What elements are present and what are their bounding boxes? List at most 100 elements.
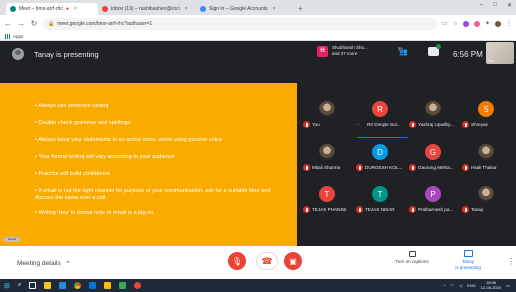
muted-mic-icon (409, 206, 416, 213)
meet-favicon-icon (10, 6, 16, 12)
app-icon[interactable] (134, 282, 142, 289)
tab-meet[interactable]: Meet – bmx-arrf-rhc ● × (6, 3, 98, 15)
slide-bullet: • Writing 'Hey' in formal note or email … (35, 210, 155, 216)
mic-off-button[interactable]: 🎙 (228, 252, 246, 270)
back-arrow-icon[interactable]: ← (4, 19, 12, 28)
close-tab-icon[interactable]: × (185, 6, 188, 12)
volume-icon[interactable]: ◁ (459, 283, 462, 288)
muted-mic-icon (409, 121, 416, 128)
participant-tile[interactable]: Tanay (460, 183, 512, 223)
slide-bullet: • If email is not the right channel for … (35, 188, 271, 201)
tab-signin[interactable]: Sign in – Google Accounts × (196, 3, 294, 15)
captions-icon (408, 251, 416, 257)
leave-call-button[interactable]: ☎ (256, 252, 278, 270)
close-tab-icon[interactable]: × (273, 6, 276, 12)
notification-icon[interactable]: ▭ (506, 283, 510, 288)
captions-label: Turn on captions (395, 259, 429, 264)
address-bar-row: ← → ↻ 🔒 meet.google.com/bmx-arrf-rhc?aut… (0, 15, 516, 32)
slide-bullet: • Always keep your statements in an acti… (35, 137, 222, 143)
active-speaker-underline (357, 136, 409, 138)
more-options-icon[interactable]: ⋮ (507, 257, 515, 266)
app-icon[interactable] (59, 282, 67, 289)
app-icon[interactable] (119, 282, 127, 289)
menu-icon[interactable]: ⋮ (506, 20, 512, 27)
muted-mic-icon (409, 164, 416, 171)
apps-grid-icon[interactable] (5, 33, 10, 39)
participant-tile[interactable]: Yashraj Upadhy... (407, 98, 459, 138)
slide-bullet: • Always use sentence casing (35, 103, 109, 109)
file-explorer-icon[interactable] (44, 282, 52, 289)
tab-inbox[interactable]: Inbox (19) – rashibashen@icici × (98, 3, 196, 15)
participant-avatar (478, 144, 494, 160)
browser-tab-strip: Meet – bmx-arrf-rhc ● × Inbox (19) – ras… (0, 0, 516, 15)
participant-tile[interactable]: S Shreyas (460, 98, 512, 138)
camera-icon[interactable]: ▭ (442, 20, 448, 27)
camera-off-button[interactable]: ▣ (284, 252, 302, 270)
store-icon[interactable] (104, 282, 112, 289)
maximize-icon[interactable]: □ (493, 2, 497, 9)
participant-tile[interactable]: You (301, 98, 353, 138)
participant-avatar (478, 186, 494, 202)
participant-tile[interactable]: T TEJAS NISAR (354, 183, 406, 223)
muted-mic-icon (356, 164, 363, 171)
meeting-controls-bar: Meeting details ^ 🎙 ☎ ▣ Turn on captions… (0, 246, 516, 279)
tray-clock[interactable]: 18:56 12-08-2020 (481, 280, 501, 290)
wifi-icon[interactable]: ◠ (451, 283, 455, 288)
presenting-label: Tanay is presenting (34, 50, 99, 59)
task-view-icon[interactable] (29, 282, 37, 289)
participant-tile[interactable]: Hitali Thakur (460, 141, 512, 181)
window-controls: – □ ✕ (480, 2, 512, 9)
participant-avatar: D (372, 144, 388, 160)
people-summary-text: Shubhansh Sho... and 37 more (332, 45, 368, 57)
profile-avatar[interactable] (495, 20, 501, 27)
participant-tile[interactable]: G Gaurang Mehta... (407, 141, 459, 181)
participant-name: Hitali Thakur (471, 165, 497, 170)
new-tab-button[interactable]: + (294, 3, 307, 15)
reload-icon[interactable]: ↻ (30, 19, 38, 28)
close-window-icon[interactable]: ✕ (507, 2, 512, 9)
participant-tile[interactable]: R ··· Rtr Dimple Sur... (354, 98, 409, 138)
tray-arrow-icon[interactable]: ^ (444, 283, 446, 288)
people-icon[interactable]: 👥 (399, 48, 408, 56)
participant-tile[interactable]: D DURGESH KOL... (354, 141, 406, 181)
mic-off-icon: 🎙 (231, 256, 243, 266)
participant-avatar: T (319, 186, 335, 202)
chrome-icon[interactable] (74, 282, 82, 289)
meeting-time: 6:56 PM (453, 50, 483, 59)
star-icon[interactable]: ☆ (453, 20, 458, 27)
participant-avatar: R (372, 101, 388, 117)
forward-arrow-icon[interactable]: → (17, 19, 25, 28)
extension-icon[interactable] (473, 20, 480, 27)
apps-bookmark[interactable]: Apps (13, 34, 23, 39)
people-summary[interactable]: H Shubhansh Sho... and 37 more (317, 45, 368, 57)
gmail-favicon-icon (102, 6, 108, 12)
language-indicator[interactable]: ENG (467, 283, 476, 288)
extension-icon[interactable] (462, 20, 469, 27)
participant-avatar (319, 144, 335, 160)
tray-date: 12-08-2020 (480, 285, 502, 290)
participant-name: Tanay (471, 207, 484, 212)
participant-tile[interactable]: P Pratharnesh pa... (407, 183, 459, 223)
close-tab-icon[interactable]: × (74, 6, 77, 12)
muted-mic-icon (303, 206, 310, 213)
slide-bullet: • Your formal writing will vary accordin… (35, 154, 175, 160)
captions-button[interactable]: Turn on captions (392, 249, 432, 264)
slide-logo: Ghost (4, 237, 20, 242)
windows-start-icon[interactable]: ⊞ (4, 282, 10, 290)
presenting-line2: is presenting (455, 264, 481, 270)
search-icon[interactable]: ⌕ (18, 282, 21, 289)
participant-name: DURGESH KOL... (365, 165, 403, 170)
puzzle-icon[interactable]: ✦ (485, 20, 490, 27)
participant-name: Yashraj Upadhy... (418, 122, 454, 127)
muted-mic-icon (462, 121, 469, 128)
participant-tile[interactable]: T TEJAS PHANSE (301, 183, 353, 223)
url-input[interactable]: 🔒 meet.google.com/bmx-arrf-rhc?authuser=… (43, 17, 437, 30)
self-view-thumbnail[interactable]: You (486, 42, 514, 64)
participant-tile[interactable]: Mitali Sharma (301, 141, 353, 181)
present-now-button[interactable]: Tanay is presenting (450, 249, 486, 270)
participant-avatar: S (478, 101, 494, 117)
minimize-icon[interactable]: – (480, 2, 483, 9)
meeting-details-button[interactable]: Meeting details ^ (17, 260, 70, 267)
app-icon[interactable] (89, 282, 97, 289)
camera-off-icon: ▣ (289, 256, 297, 266)
